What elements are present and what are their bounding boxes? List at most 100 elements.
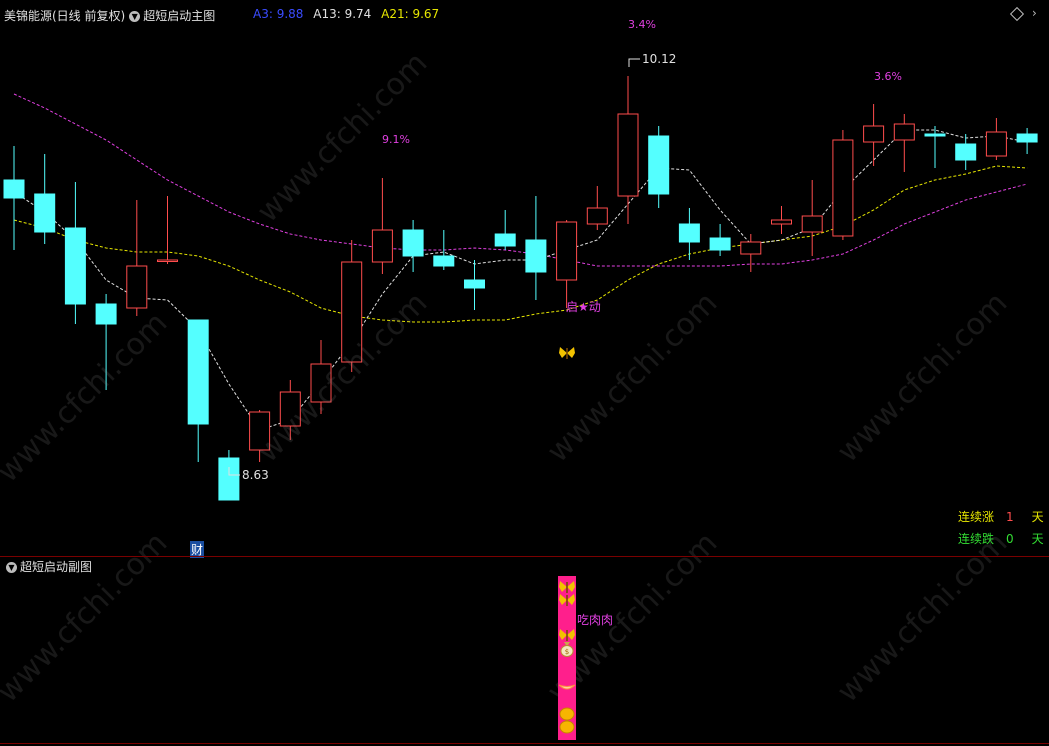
candle[interactable]: [801, 180, 823, 256]
up-days-label: 连续涨: [958, 510, 995, 524]
candle[interactable]: [464, 260, 485, 310]
chevron-down-icon[interactable]: ▼: [129, 11, 141, 22]
butterfly-icon: [558, 592, 576, 611]
coin-icon: [559, 719, 575, 738]
candle[interactable]: [494, 210, 516, 250]
candle[interactable]: [525, 196, 547, 300]
candle-body: [464, 279, 485, 289]
chevron-down-icon[interactable]: ▼: [6, 562, 17, 573]
sub-indicator-name[interactable]: 超短启动副图: [20, 560, 92, 574]
candle[interactable]: [863, 104, 885, 166]
candle[interactable]: [586, 186, 608, 230]
candle-body: [525, 239, 547, 273]
candle[interactable]: [279, 380, 301, 440]
pct-label: 3.6%: [874, 70, 902, 83]
candle-body: [893, 123, 915, 141]
candle[interactable]: [341, 240, 363, 372]
candle-body: [801, 215, 823, 233]
candle-body: [64, 227, 86, 305]
candle-body: [3, 179, 25, 199]
candle-body: [1016, 133, 1038, 143]
candle[interactable]: [955, 134, 977, 170]
candle-body: [218, 457, 240, 501]
start-signal-label: 启★动: [566, 300, 601, 314]
pct-label: 3.4%: [628, 18, 656, 31]
down-days-value: 0: [1006, 532, 1014, 546]
pane-separator[interactable]: [0, 556, 1049, 557]
candle[interactable]: [310, 340, 332, 414]
money-bag-icon: $: [560, 641, 574, 661]
candle[interactable]: [678, 208, 700, 260]
candle-body: [310, 363, 332, 403]
candle-body: [279, 391, 301, 427]
candle[interactable]: [3, 146, 25, 250]
chevron-right-icon[interactable]: ›: [1032, 6, 1037, 20]
ma21-label: A21: 9.67: [381, 7, 440, 21]
fan-icon: [558, 678, 576, 697]
candle[interactable]: [648, 126, 670, 208]
candle[interactable]: [985, 118, 1007, 160]
candle[interactable]: [771, 206, 792, 234]
candle-body: [494, 233, 516, 247]
candle[interactable]: [556, 220, 578, 308]
candle[interactable]: [832, 130, 854, 240]
butterfly-icon: [558, 345, 576, 359]
candle[interactable]: [1016, 128, 1038, 154]
candle[interactable]: [371, 178, 393, 274]
candle[interactable]: [249, 410, 271, 462]
candle[interactable]: [617, 76, 639, 224]
up-days-unit: 天: [1031, 510, 1044, 524]
candle-body: [709, 237, 731, 251]
candle[interactable]: [709, 224, 731, 256]
candle[interactable]: [126, 200, 148, 316]
candle-body: [126, 265, 148, 309]
low-price-label: 8.63: [242, 468, 269, 482]
candle-body: [586, 207, 608, 225]
candle[interactable]: [157, 196, 178, 264]
candle-body: [187, 319, 209, 425]
sub-header: ▼ 超短启动副图: [2, 558, 92, 575]
kline-chart[interactable]: [0, 0, 1049, 746]
indicator-name[interactable]: 超短启动主图: [143, 9, 215, 23]
down-days-label: 连续跌: [958, 532, 995, 546]
eat-meat-label: 吃肉肉: [577, 613, 614, 627]
high-leader: [628, 58, 640, 67]
candle-body: [617, 113, 639, 197]
candle-body: [341, 261, 363, 363]
candle-body: [924, 133, 946, 137]
candle-body: [34, 193, 56, 233]
svg-text:$: $: [565, 648, 569, 656]
down-days-stat: 连续跌 0 天: [958, 530, 1044, 547]
ma-legend: A3: 9.88 A13: 9.74 A21: 9.67: [253, 7, 439, 21]
candle[interactable]: [740, 234, 762, 272]
candle[interactable]: [34, 154, 56, 244]
pct-label: 9.1%: [382, 133, 410, 146]
candle-body: [985, 131, 1007, 157]
up-days-value: 1: [1006, 510, 1014, 524]
candle-body: [678, 223, 700, 243]
candle-body: [556, 221, 578, 281]
candle-body: [648, 135, 670, 195]
candle[interactable]: [893, 114, 915, 172]
high-price-label: 10.12: [642, 52, 677, 66]
ma13-label: A13: 9.74: [313, 7, 372, 21]
candle[interactable]: [187, 319, 209, 462]
candle-body: [863, 125, 885, 143]
candle-body: [402, 229, 424, 257]
main-header: 美锦能源(日线 前复权) ▼ 超短启动主图: [4, 7, 215, 24]
candle-body: [433, 255, 455, 267]
ma13-line: [13, 165, 1028, 323]
ma21-line: [13, 93, 1028, 267]
down-days-unit: 天: [1031, 532, 1044, 546]
up-days-stat: 连续涨 1 天: [958, 508, 1044, 525]
candle-body: [955, 143, 977, 161]
candle-body: [249, 411, 271, 451]
candle-body: [832, 139, 854, 237]
pane-separator[interactable]: [0, 743, 1049, 744]
candle-body: [371, 229, 393, 263]
candle[interactable]: [64, 182, 86, 324]
candle-body: [771, 219, 792, 225]
candle[interactable]: [95, 294, 117, 390]
candle-body: [157, 259, 178, 262]
stock-title[interactable]: 美锦能源(日线 前复权): [4, 9, 125, 23]
